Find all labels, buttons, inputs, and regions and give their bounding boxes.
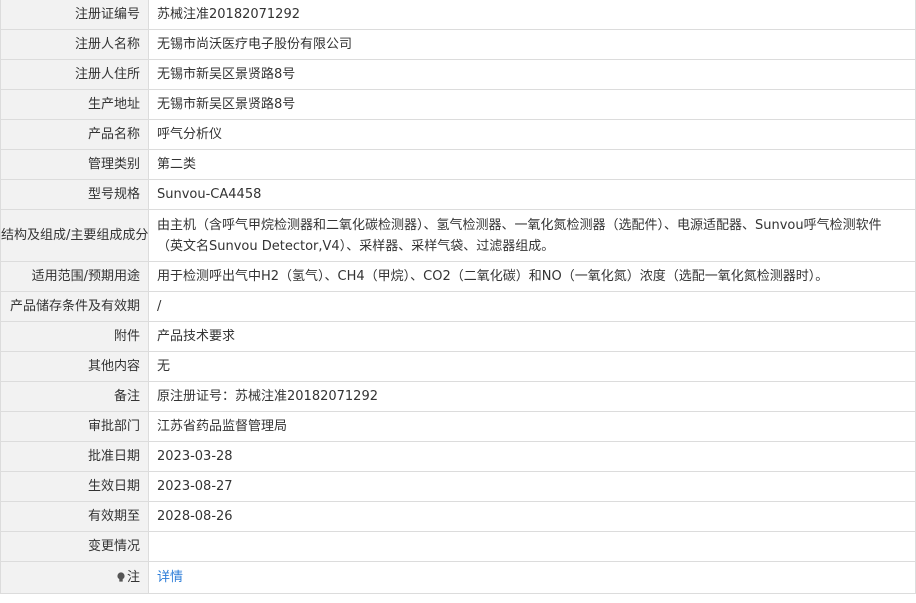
row-approval-department: 审批部门 江苏省药品监督管理局: [0, 411, 916, 442]
field-label: 其他内容: [0, 351, 149, 382]
field-value: 原注册证号：苏械注准20182071292: [148, 381, 916, 412]
field-value: 无锡市尚沃医疗电子股份有限公司: [148, 29, 916, 60]
row-change-status: 变更情况: [0, 531, 916, 562]
field-label: 管理类别: [0, 149, 149, 180]
registration-detail-table: 注册证编号 苏械注准20182071292 注册人名称 无锡市尚沃医疗电子股份有…: [0, 0, 916, 594]
field-value: [148, 531, 916, 562]
field-label: 批准日期: [0, 441, 149, 472]
row-management-category: 管理类别 第二类: [0, 149, 916, 180]
field-label: 生效日期: [0, 471, 149, 502]
row-approval-date: 批准日期 2023-03-28: [0, 441, 916, 472]
field-value: 无锡市新吴区景贤路8号: [148, 89, 916, 120]
row-remarks: 备注 原注册证号：苏械注准20182071292: [0, 381, 916, 412]
field-label: 附件: [0, 321, 149, 352]
field-value: 江苏省药品监督管理局: [148, 411, 916, 442]
field-value: 用于检测呼出气中H2（氢气）、CH4（甲烷）、CO2（二氧化碳）和NO（一氧化氮…: [148, 261, 916, 292]
field-label: 有效期至: [0, 501, 149, 532]
row-product-name: 产品名称 呼气分析仪: [0, 119, 916, 150]
field-label: 审批部门: [0, 411, 149, 442]
row-other-content: 其他内容 无: [0, 351, 916, 382]
row-registration-number: 注册证编号 苏械注准20182071292: [0, 0, 916, 30]
note-value-cell: 详情: [148, 561, 916, 594]
field-label: 注册人名称: [0, 29, 149, 60]
row-valid-until: 有效期至 2028-08-26: [0, 501, 916, 532]
row-structure-composition: 结构及组成/主要组成成分 由主机（含呼气甲烷检测器和二氧化碳检测器）、氢气检测器…: [0, 209, 916, 262]
field-label: 型号规格: [0, 179, 149, 210]
row-storage-validity: 产品储存条件及有效期 /: [0, 291, 916, 322]
note-label-cell: 注: [0, 561, 149, 594]
field-value: 无: [148, 351, 916, 382]
row-intended-use: 适用范围/预期用途 用于检测呼出气中H2（氢气）、CH4（甲烷）、CO2（二氧化…: [0, 261, 916, 292]
field-value: Sunvou-CA4458: [148, 179, 916, 210]
field-value: 苏械注准20182071292: [148, 0, 916, 30]
details-link[interactable]: 详情: [157, 570, 183, 585]
field-value: 第二类: [148, 149, 916, 180]
field-label: 备注: [0, 381, 149, 412]
row-registrant-address: 注册人住所 无锡市新吴区景贤路8号: [0, 59, 916, 90]
field-label: 适用范围/预期用途: [0, 261, 149, 292]
row-production-address: 生产地址 无锡市新吴区景贤路8号: [0, 89, 916, 120]
field-value: 无锡市新吴区景贤路8号: [148, 59, 916, 90]
row-effective-date: 生效日期 2023-08-27: [0, 471, 916, 502]
field-value: 2028-08-26: [148, 501, 916, 532]
field-value: 由主机（含呼气甲烷检测器和二氧化碳检测器）、氢气检测器、一氧化氮检测器（选配件）…: [148, 209, 916, 262]
field-value: 2023-03-28: [148, 441, 916, 472]
field-label: 注册证编号: [0, 0, 149, 30]
field-label: 产品储存条件及有效期: [0, 291, 149, 322]
field-label: 变更情况: [0, 531, 149, 562]
field-value: /: [148, 291, 916, 322]
field-label: 注册人住所: [0, 59, 149, 90]
field-label: 生产地址: [0, 89, 149, 120]
note-label: 注: [126, 569, 140, 585]
field-value: 呼气分析仪: [148, 119, 916, 150]
row-note: 注 详情: [0, 561, 916, 594]
row-model-spec: 型号规格 Sunvou-CA4458: [0, 179, 916, 210]
row-attachment: 附件 产品技术要求: [0, 321, 916, 352]
field-value: 产品技术要求: [148, 321, 916, 352]
field-label: 结构及组成/主要组成成分: [0, 209, 149, 262]
row-registrant-name: 注册人名称 无锡市尚沃医疗电子股份有限公司: [0, 29, 916, 60]
field-label: 产品名称: [0, 119, 149, 150]
field-value: 2023-08-27: [148, 471, 916, 502]
lightbulb-icon: [116, 568, 126, 582]
